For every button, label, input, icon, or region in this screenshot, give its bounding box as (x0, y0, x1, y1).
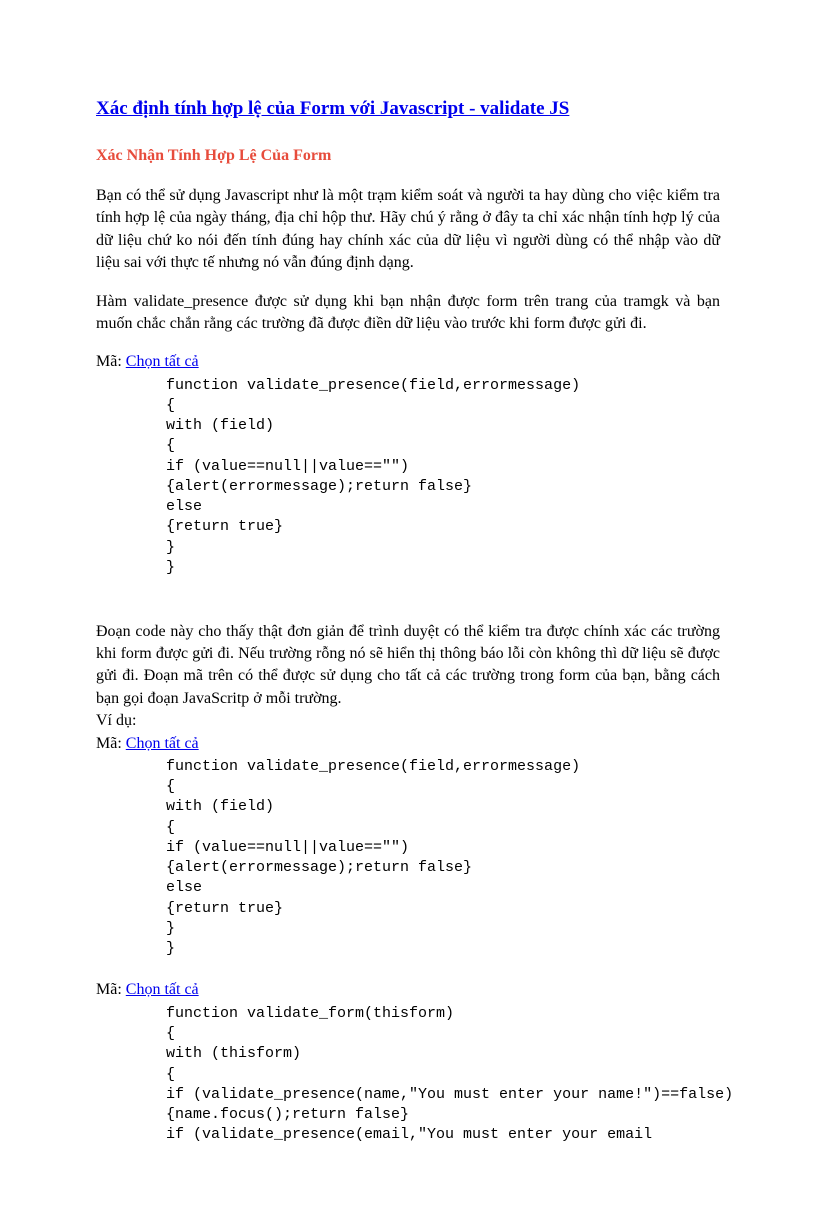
code-label: Mã: (96, 735, 126, 752)
code-section-3: Mã: Chọn tất cả function validate_form(t… (96, 979, 720, 1145)
code-label: Mã: (96, 981, 126, 998)
paragraph-2: Hàm validate_presence được sử dụng khi b… (96, 291, 720, 336)
code-section-1: Mã: Chọn tất cả function validate_presen… (96, 351, 720, 578)
article-subtitle: Xác Nhận Tính Hợp Lệ Của Form (96, 145, 720, 167)
code-block-1: function validate_presence(field,errorme… (166, 376, 720, 579)
code-block-3: function validate_form(thisform) { with … (166, 1004, 720, 1146)
example-label: Ví dụ: (96, 710, 720, 732)
code-section-2: Mã: Chọn tất cả function validate_presen… (96, 733, 720, 960)
select-all-link-2[interactable]: Chọn tất cả (126, 735, 199, 752)
code-label: Mã: (96, 353, 126, 370)
paragraph-3: Đoạn code này cho thấy thật đơn giản để … (96, 621, 720, 711)
paragraph-1: Bạn có thể sử dụng Javascript như là một… (96, 185, 720, 275)
article-title-link[interactable]: Xác định tính hợp lệ của Form với Javasc… (96, 96, 720, 123)
select-all-link-1[interactable]: Chọn tất cả (126, 353, 199, 370)
select-all-link-3[interactable]: Chọn tất cả (126, 981, 199, 998)
code-block-2: function validate_presence(field,errorme… (166, 757, 720, 960)
